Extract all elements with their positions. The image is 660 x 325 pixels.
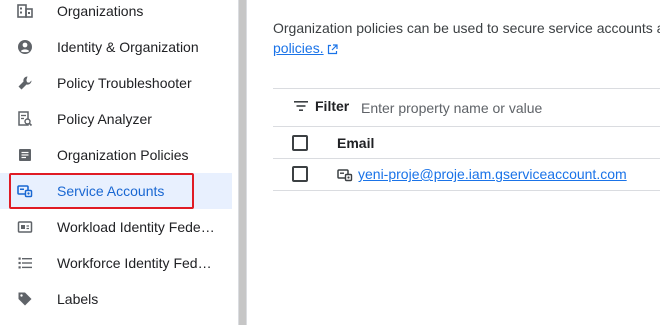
sidebar-item-label: Organization Policies (57, 147, 189, 163)
external-link-icon (327, 44, 338, 55)
sidebar-scrollbar[interactable] (238, 0, 247, 325)
sidebar: Organizations Identity & Organization Po… (0, 0, 238, 325)
filter-label: Filter (315, 98, 350, 114)
sidebar-item-organizations[interactable]: Organizations (0, 0, 232, 29)
filter-icon (294, 101, 308, 111)
sidebar-item-policy-analyzer[interactable]: Policy Analyzer (0, 101, 232, 137)
table-row: yeni-proje@proje.iam.gserviceaccount.com (273, 158, 660, 191)
scrollbar-thumb[interactable] (239, 0, 246, 325)
sidebar-item-labels[interactable]: Labels (0, 281, 232, 317)
sidebar-item-label: Organizations (57, 3, 144, 19)
sidebar-item-identity-organization[interactable]: Identity & Organization (0, 29, 232, 65)
intro-paragraph: Organization policies can be used to sec… (273, 18, 660, 58)
sidebar-item-policy-troubleshooter[interactable]: Policy Troubleshooter (0, 65, 232, 101)
sidebar-item-label: Workload Identity Fede… (57, 219, 215, 235)
filter-button[interactable]: Filter (293, 98, 349, 114)
account-circle-icon (18, 40, 32, 54)
sidebar-item-label: Identity & Organization (57, 39, 199, 55)
tag-icon (18, 292, 32, 306)
sidebar-item-label: Labels (57, 291, 99, 307)
table-header-row: Email (273, 126, 660, 158)
row-checkbox[interactable] (292, 166, 308, 182)
sidebar-item-workload-identity-federation[interactable]: Workload Identity Fede… (0, 209, 232, 245)
sidebar-item-label: Workforce Identity Fed… (57, 255, 212, 271)
sidebar-item-workforce-identity-federation[interactable]: Workforce Identity Fed… (0, 245, 232, 281)
filter-bar: Filter (273, 88, 660, 127)
document-list-icon (19, 149, 31, 161)
wrench-icon (18, 76, 32, 90)
policies-link[interactable]: policies. (273, 40, 324, 56)
filter-input[interactable] (359, 97, 660, 119)
id-card-icon (17, 221, 33, 233)
intro-text: Organization policies can be used to sec… (273, 20, 660, 36)
sidebar-item-label: Policy Analyzer (57, 111, 152, 127)
sidebar-item-label: Policy Troubleshooter (57, 75, 192, 91)
main-content: Organization policies can be used to sec… (247, 0, 660, 325)
highlight-annotation-box (9, 173, 194, 209)
sidebar-item-organization-policies[interactable]: Organization Policies (0, 137, 232, 173)
policy-analyzer-icon (18, 111, 33, 127)
select-all-checkbox[interactable] (292, 135, 308, 151)
list-icon (18, 257, 32, 269)
organizations-icon (17, 4, 33, 18)
column-header-email[interactable]: Email (337, 127, 374, 159)
service-account-email-link[interactable]: yeni-proje@proje.iam.gserviceaccount.com (358, 159, 627, 189)
service-account-icon (337, 169, 353, 182)
service-accounts-table: Email yeni-proje@proje.iam.gserviceaccou… (273, 126, 660, 191)
